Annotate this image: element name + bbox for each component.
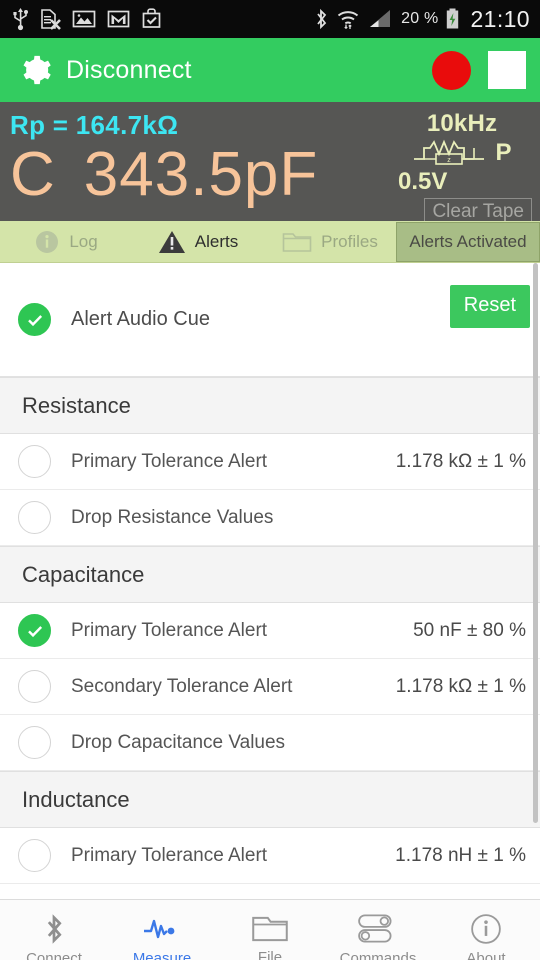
gear-icon[interactable] <box>18 53 52 87</box>
row-label: Secondary Tolerance Alert <box>71 675 293 697</box>
nav-item-file[interactable]: File <box>216 900 324 960</box>
row-value: 1.178 kΩ ± 1 % <box>395 675 526 697</box>
row-value: 1.178 kΩ ± 1 % <box>395 450 526 472</box>
record-circle-icon[interactable] <box>432 50 471 90</box>
alert-audio-cue-row[interactable]: Alert Audio Cue Reset <box>0 263 540 377</box>
measurement-value: 343.5pF <box>83 140 319 209</box>
frequency-label: 10kHz <box>426 110 498 137</box>
stop-square-icon[interactable] <box>488 51 526 89</box>
cellular-signal-icon <box>370 10 391 27</box>
tab-log[interactable]: Log <box>0 221 132 262</box>
alert-audio-cue-checkbox[interactable] <box>18 303 51 336</box>
tab-alerts-label: Alerts <box>194 231 239 251</box>
table-row[interactable]: Secondary Tolerance Alert 1.178 kΩ ± 1 % <box>0 659 540 715</box>
folder-icon <box>252 916 288 942</box>
battery-charging-icon <box>447 8 459 29</box>
row-checkbox[interactable] <box>18 614 51 647</box>
tab-profiles-label: Profiles <box>321 231 378 251</box>
section-header-inductance: Inductance <box>0 771 540 828</box>
voltage-label: 0.5V <box>398 168 448 195</box>
app-action-bar: Disconnect <box>0 38 540 102</box>
circuit-mode-label: P <box>495 139 512 166</box>
row-checkbox[interactable] <box>18 445 51 478</box>
waveform-pulse-icon <box>144 919 175 939</box>
status-bar-clock: 21:10 <box>470 5 530 32</box>
nav-item-about-label: About <box>466 950 506 960</box>
table-row[interactable]: Drop Resistance Values <box>0 490 540 546</box>
bottom-navigation-bar: Connect Measure File Commands About <box>0 899 540 960</box>
check-icon <box>27 625 42 637</box>
nav-item-connect[interactable]: Connect <box>0 900 108 960</box>
svg-text:z: z <box>448 157 452 164</box>
table-row[interactable]: Primary Tolerance Alert 1.178 nH ± 1 % <box>0 828 540 884</box>
clear-tape-button[interactable]: Clear Tape <box>424 198 532 221</box>
nav-item-file-label: File <box>257 949 283 960</box>
nav-item-about[interactable]: About <box>432 900 540 960</box>
row-label: Drop Resistance Values <box>71 506 274 528</box>
parallel-rc-circuit-icon: z <box>414 139 485 165</box>
row-label: Primary Tolerance Alert <box>71 450 268 472</box>
work-briefcase-icon <box>142 8 161 28</box>
status-bar-notification-icons <box>12 7 313 31</box>
table-row[interactable]: Primary Tolerance Alert 50 nF ± 80 % <box>0 603 540 659</box>
wifi-icon <box>338 11 359 29</box>
reset-button[interactable]: Reset <box>449 285 530 328</box>
section-title: Resistance <box>22 392 131 418</box>
row-checkbox[interactable] <box>18 501 51 534</box>
section-header-capacitance: Capacitance <box>0 546 540 603</box>
bluetooth-icon <box>317 8 327 30</box>
toggle-switches-icon <box>358 914 392 943</box>
nav-item-commands[interactable]: Commands <box>324 900 432 960</box>
android-status-bar: 20 % 21:10 <box>0 0 540 38</box>
vertical-scrollbar[interactable] <box>533 263 538 823</box>
row-label: Primary Tolerance Alert <box>71 844 268 866</box>
nav-item-connect-label: Connect <box>26 950 82 960</box>
alerts-activated-button[interactable]: Alerts Activated <box>396 222 540 262</box>
nav-item-commands-label: Commands <box>339 950 417 960</box>
nav-item-measure[interactable]: Measure <box>108 900 216 960</box>
section-header-resistance: Resistance <box>0 377 540 434</box>
row-checkbox[interactable] <box>18 726 51 759</box>
info-circle-icon <box>36 230 59 253</box>
circuit-mode-row: z P <box>412 138 512 168</box>
row-checkbox[interactable] <box>18 670 51 703</box>
measurement-symbol: C <box>10 140 56 209</box>
sdcard-removed-icon <box>41 9 61 30</box>
gallery-image-icon <box>72 10 96 28</box>
tab-strip: Log Alerts Profiles Alerts Activated <box>0 221 540 263</box>
tab-alerts[interactable]: Alerts <box>132 221 264 262</box>
row-value: 50 nF ± 80 % <box>413 619 526 641</box>
warning-triangle-icon <box>158 230 185 253</box>
alerts-activated-label: Alerts Activated <box>409 232 527 251</box>
row-checkbox[interactable] <box>18 839 51 872</box>
bluetooth-icon <box>47 914 62 944</box>
row-value: 1.178 nH ± 1 % <box>395 844 526 866</box>
app-title: Disconnect <box>66 55 192 84</box>
tab-profiles[interactable]: Profiles <box>264 221 396 262</box>
battery-percent-label: 20 % <box>401 10 439 27</box>
nav-item-measure-label: Measure <box>132 950 192 960</box>
table-row[interactable]: Primary Tolerance Alert 1.178 kΩ ± 1 % <box>0 434 540 490</box>
folder-icon <box>282 232 312 252</box>
section-title: Inductance <box>22 786 130 812</box>
section-title: Capacitance <box>22 561 145 587</box>
gmail-icon <box>107 10 130 28</box>
alert-audio-cue-label: Alert Audio Cue <box>71 308 210 330</box>
row-label: Drop Capacitance Values <box>71 731 286 753</box>
table-row[interactable]: Drop Capacitance Values <box>0 715 540 771</box>
measurement-settings-group: 10kHz z P 0.5V Clear Tape <box>392 110 532 221</box>
usb-icon <box>13 8 28 31</box>
status-bar-system-icons: 20 % 21:10 <box>313 7 530 31</box>
info-circle-icon <box>471 914 501 944</box>
measurement-readout-panel: Rp = 164.7kΩ C 343.5pF 10kHz z P 0.5V Cle… <box>0 102 540 221</box>
check-icon <box>27 314 42 326</box>
alerts-settings-list[interactable]: Alert Audio Cue Reset Resistance Primary… <box>0 263 540 899</box>
row-label: Primary Tolerance Alert <box>71 619 268 641</box>
tab-log-label: Log <box>69 231 98 251</box>
